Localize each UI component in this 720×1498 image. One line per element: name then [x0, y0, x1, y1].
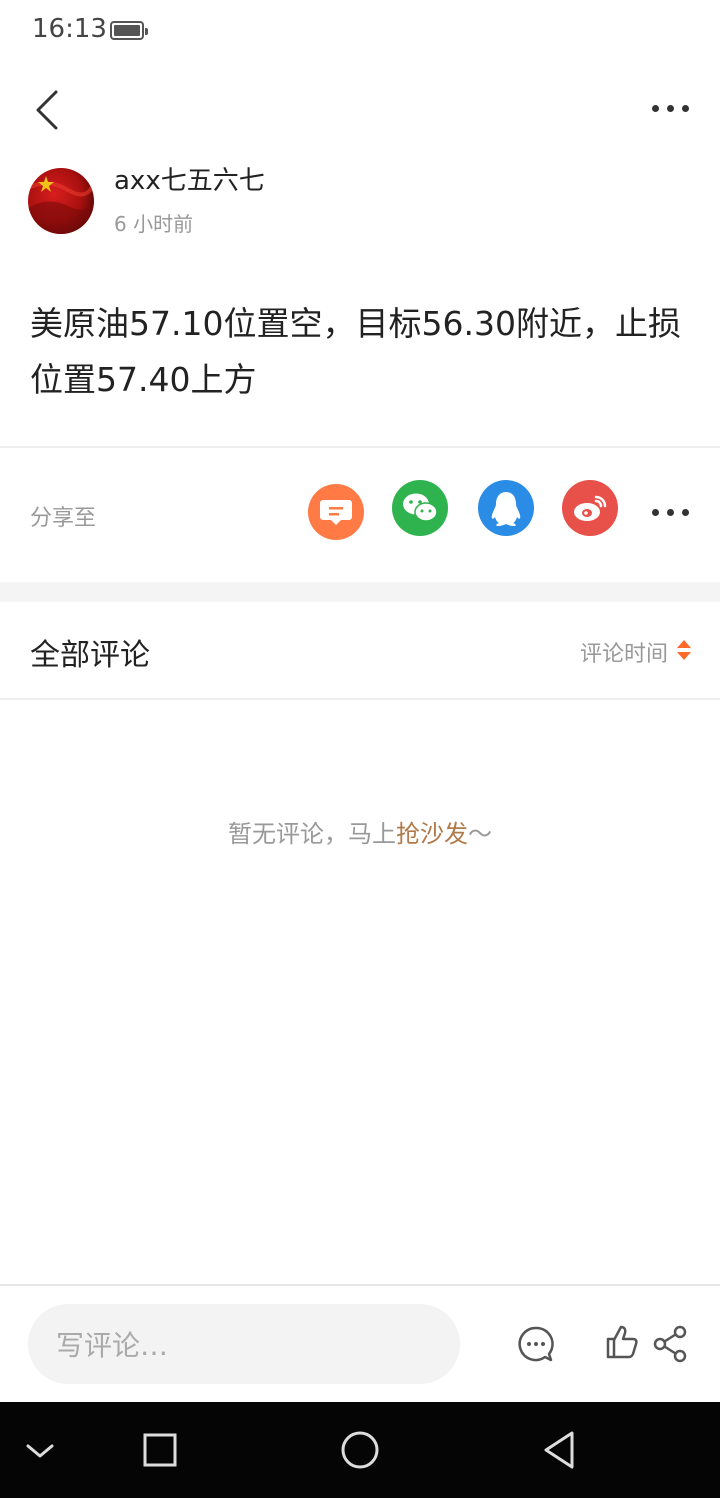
author-name[interactable]: axx七五六七 [114, 160, 265, 197]
qq-icon [491, 492, 521, 526]
share-qq-button[interactable] [478, 480, 534, 536]
divider [0, 446, 720, 448]
share-more-button[interactable] [640, 492, 700, 532]
share-message-button[interactable] [308, 484, 364, 540]
weibo-icon [574, 495, 607, 521]
share-icon[interactable] [650, 1324, 690, 1364]
back-triangle-icon[interactable] [538, 1428, 582, 1472]
home-icon[interactable] [338, 1428, 382, 1472]
empty-comments-message: 暂无评论，马上抢沙发～ [0, 814, 720, 849]
thumbs-up-icon[interactable] [602, 1322, 642, 1362]
flag-avatar-image [28, 168, 94, 234]
chevron-down-icon[interactable] [24, 1436, 56, 1468]
back-button[interactable] [20, 82, 76, 138]
recent-apps-icon[interactable] [140, 1430, 180, 1470]
empty-suffix: ～ [468, 820, 492, 848]
message-icon [320, 500, 352, 525]
comments-title: 全部评论 [30, 638, 150, 673]
post-time: 6 小时前 [114, 212, 194, 236]
write-comment-input[interactable]: 写评论… [28, 1304, 460, 1384]
post-content: 美原油57.10位置空，目标56.30附近，止损位置57.40上方 [30, 304, 681, 399]
bottom-bar-divider [0, 1284, 720, 1286]
chevron-left-icon [36, 90, 58, 130]
grab-sofa-link[interactable]: 抢沙发 [396, 820, 468, 848]
more-dots-icon [640, 492, 700, 532]
share-label: 分享至 [30, 506, 97, 531]
sort-arrows-icon[interactable] [676, 638, 692, 662]
share-wechat-button[interactable] [392, 480, 448, 536]
avatar[interactable] [28, 168, 94, 234]
more-options-button[interactable] [640, 88, 700, 128]
system-navigation-bar [0, 1402, 720, 1498]
sort-by-time-button[interactable]: 评论时间 [580, 636, 668, 668]
empty-text: 暂无评论，马上 [228, 820, 396, 848]
status-time: 16:13 [32, 14, 107, 44]
wechat-icon [403, 493, 438, 522]
comment-bubble-icon[interactable] [516, 1324, 556, 1364]
section-separator [0, 582, 720, 602]
share-weibo-button[interactable] [562, 480, 618, 536]
more-dots-icon [640, 88, 700, 128]
battery-icon [110, 21, 148, 40]
divider [0, 698, 720, 700]
